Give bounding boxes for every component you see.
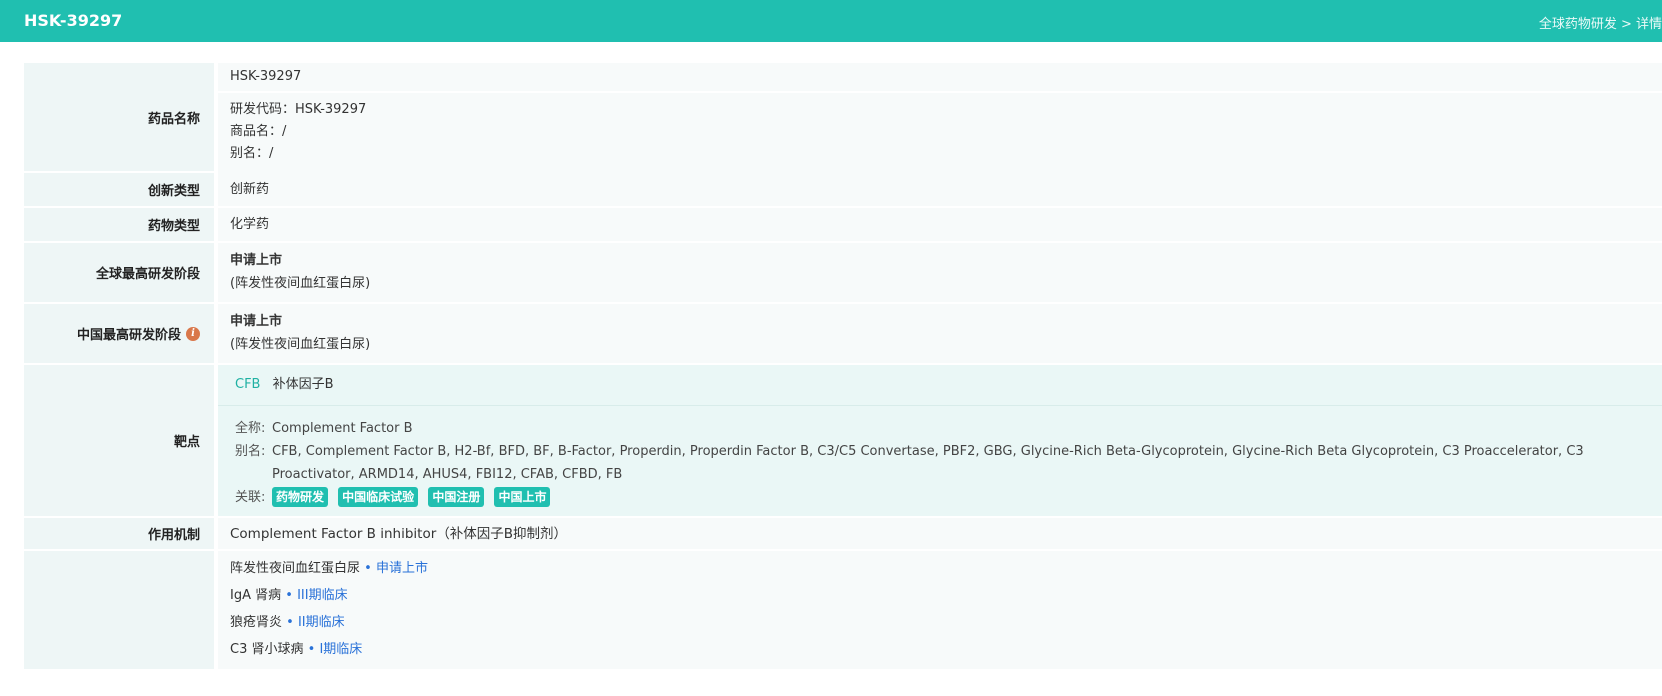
tag-drug-rd[interactable]: 药物研发	[272, 487, 329, 507]
drug-type-value: 化学药	[218, 208, 1662, 241]
top-bar: HSK-39297 全球药物研发 > 详情	[0, 0, 1662, 42]
indication-stage-link[interactable]: I期临床	[319, 642, 362, 657]
global-stage-indication: (阵发性夜间血红蛋白尿)	[230, 276, 371, 291]
drug-trade-name: 商品名：/	[230, 124, 287, 139]
bullet-icon: •	[285, 588, 293, 603]
target-alias: CFB, Complement Factor B, H2-Bf, BFD, BF…	[272, 444, 1584, 482]
bullet-icon: •	[286, 615, 294, 630]
row-mechanism: 作用机制 Complement Factor B inhibitor（补体因子B…	[24, 518, 1662, 551]
indication-name: 阵发性夜间血红蛋白尿	[230, 561, 361, 576]
row-indications: 阵发性夜间血红蛋白尿 • 申请上市 IgA 肾病 • III期临床 狼疮肾炎 •…	[24, 551, 1662, 671]
mechanism-value: Complement Factor B inhibitor（补体因子B抑制剂）	[218, 518, 1662, 549]
target-alias-key: 别名:	[235, 444, 266, 459]
indication-item: IgA 肾病 • III期临床	[230, 582, 1650, 609]
row-global-stage: 全球最高研发阶段 申请上市 (阵发性夜间血红蛋白尿)	[24, 243, 1662, 304]
china-stage-label: 中国最高研发阶段	[76, 328, 181, 343]
indication-name: C3 肾小球病	[230, 642, 304, 657]
row-china-stage: 中国最高研发阶段 i 申请上市 (阵发性夜间血红蛋白尿)	[24, 304, 1662, 365]
drug-type-label: 药物类型	[24, 208, 214, 241]
tag-china-trial[interactable]: 中国临床试验	[338, 487, 419, 507]
row-drug-type: 药物类型 化学药	[24, 208, 1662, 243]
indication-name: IgA 肾病	[230, 588, 282, 603]
indication-item: 狼疮肾炎 • II期临床	[230, 609, 1650, 636]
target-name: 补体因子B	[272, 377, 334, 392]
china-stage-label-cell: 中国最高研发阶段 i	[24, 304, 214, 363]
target-related-key: 关联:	[235, 490, 266, 505]
breadcrumb[interactable]: 全球药物研发 > 详情	[1539, 13, 1662, 32]
drug-name-label: 药品名称	[24, 63, 214, 171]
indication-stage-link[interactable]: III期临床	[297, 588, 348, 603]
tag-china-registration[interactable]: 中国注册	[428, 487, 485, 507]
drug-alias: 别名：/	[230, 146, 274, 161]
bullet-icon: •	[307, 642, 316, 657]
target-fullname: Complement Factor B	[272, 421, 413, 436]
row-drug-name: 药品名称 HSK-39297 研发代码：HSK-39297 商品名：/ 别名：/	[24, 63, 1662, 175]
target-code-link[interactable]: CFB	[235, 377, 260, 392]
row-target: 靶点 CFB 补体因子B 全称: Complement Factor B 别名:…	[24, 365, 1662, 518]
target-label: 靶点	[24, 365, 214, 516]
global-stage-value: 申请上市	[230, 253, 283, 268]
indication-stage-link[interactable]: II期临床	[298, 615, 345, 630]
china-stage-indication: (阵发性夜间血红蛋白尿)	[230, 337, 371, 352]
mechanism-label: 作用机制	[24, 518, 214, 549]
page-title: HSK-39297	[24, 11, 123, 30]
indication-name: 狼疮肾炎	[230, 615, 283, 630]
indications-label	[24, 551, 214, 669]
innovation-value: 创新药	[218, 173, 1662, 206]
info-icon[interactable]: i	[186, 326, 200, 341]
tag-china-market[interactable]: 中国上市	[494, 487, 551, 507]
row-innovation: 创新类型 创新药	[24, 173, 1662, 208]
detail-table: 药品名称 HSK-39297 研发代码：HSK-39297 商品名：/ 别名：/…	[24, 63, 1662, 671]
bullet-icon: •	[364, 561, 372, 576]
innovation-label: 创新类型	[24, 173, 214, 206]
china-stage-value: 申请上市	[230, 314, 283, 329]
drug-name-value: HSK-39297	[218, 63, 1662, 91]
indication-item: C3 肾小球病 • I期临床	[230, 636, 1650, 663]
target-panel: CFB 补体因子B 全称: Complement Factor B 别名: CF…	[218, 365, 1662, 516]
target-fullname-key: 全称:	[235, 421, 266, 436]
global-stage-label: 全球最高研发阶段	[24, 243, 214, 302]
indication-stage-link[interactable]: 申请上市	[376, 561, 428, 576]
drug-code: 研发代码：HSK-39297	[230, 102, 367, 117]
indication-item: 阵发性夜间血红蛋白尿 • 申请上市	[230, 555, 1650, 582]
